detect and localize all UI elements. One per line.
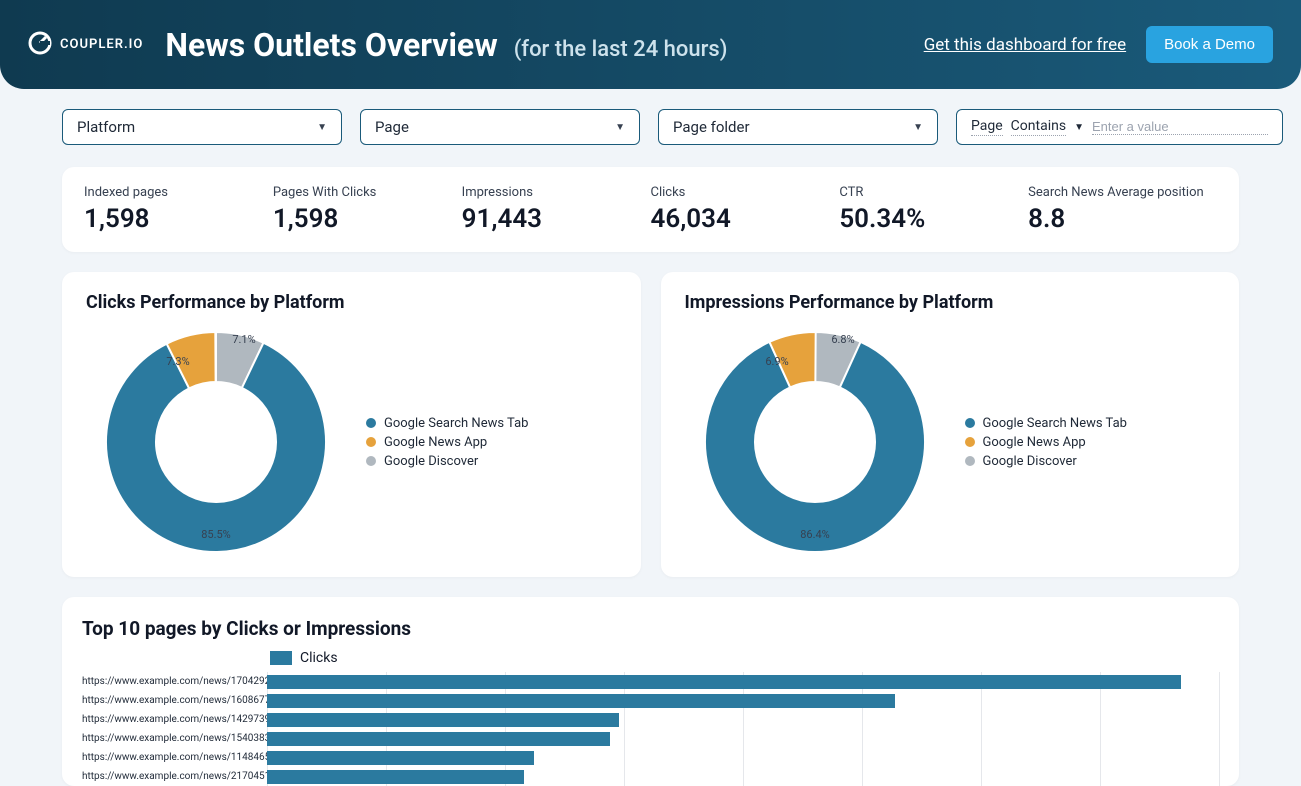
title-block: News Outlets Overview (for the last 24 h… (165, 26, 727, 64)
bar-fill (267, 751, 534, 765)
bar-row: https://www.example.com/news/16086770 (82, 691, 1219, 710)
stat-value: 91,443 (462, 204, 651, 234)
bar-row: https://www.example.com/news/14297396 (82, 710, 1219, 729)
bar-row: https://www.example.com/news/15403832 (82, 729, 1219, 748)
dot-icon (965, 418, 975, 428)
adv-operator-label: Contains (1011, 118, 1066, 136)
bar-label: https://www.example.com/news/17042921 (82, 676, 267, 687)
bar-fill (267, 675, 1181, 689)
svg-text:7.1%: 7.1% (232, 333, 255, 346)
legend-label: Google News App (983, 435, 1086, 450)
filter-bar: Platform ▼ Page ▼ Page folder ▼ Page Con… (0, 89, 1301, 145)
bar-fill (267, 732, 610, 746)
stat-label: Impressions (462, 185, 651, 200)
book-demo-button[interactable]: Book a Demo (1146, 26, 1273, 63)
dot-icon (366, 418, 376, 428)
chevron-down-icon: ▼ (615, 122, 625, 133)
svg-text:7.3%: 7.3% (166, 355, 189, 368)
legend-label: Google Search News Tab (384, 416, 528, 431)
logo: COUPLER.IO (28, 31, 143, 59)
stat-value: 1,598 (273, 204, 462, 234)
impressions-donut-legend: Google Search News Tab Google News App G… (965, 412, 1127, 473)
bar-label: https://www.example.com/news/15403832 (82, 733, 267, 744)
legend-swatch (270, 651, 292, 665)
chevron-down-icon: ▼ (913, 122, 923, 133)
svg-text:86.4%: 86.4% (800, 528, 830, 541)
stat-label: Search News Average position (1028, 185, 1217, 200)
dot-icon (366, 456, 376, 466)
page-dropdown-label: Page (375, 118, 409, 136)
bar-label: https://www.example.com/news/21704519 (82, 771, 267, 782)
svg-text:6.9%: 6.9% (765, 355, 788, 368)
bar-row: https://www.example.com/news/11484656 (82, 748, 1219, 767)
advanced-filter[interactable]: Page Contains ▼ (956, 109, 1283, 145)
impressions-donut-card: Impressions Performance by Platform 6.8%… (661, 272, 1240, 577)
chevron-down-icon: ▼ (1074, 122, 1084, 133)
page-subtitle: (for the last 24 hours) (514, 37, 728, 62)
legend-label: Google Discover (983, 454, 1077, 469)
legend-label: Google News App (384, 435, 487, 450)
bar-fill (267, 770, 524, 784)
legend-label: Google Search News Tab (983, 416, 1127, 431)
stat-label: Clicks (650, 185, 839, 200)
impressions-donut-title: Impressions Performance by Platform (685, 292, 1216, 313)
impressions-donut-chart: 6.8% 6.9% 86.4% (685, 327, 945, 557)
dot-icon (965, 456, 975, 466)
page-folder-dropdown-label: Page folder (673, 118, 750, 136)
dot-icon (366, 437, 376, 447)
clicks-donut-title: Clicks Performance by Platform (86, 292, 617, 313)
logo-text: COUPLER.IO (60, 37, 143, 52)
stat-value: 50.34% (839, 204, 1028, 234)
clicks-donut-legend: Google Search News Tab Google News App G… (366, 412, 528, 473)
svg-text:6.8%: 6.8% (831, 333, 854, 346)
bar-row: https://www.example.com/news/21704519 (82, 767, 1219, 786)
app-header: COUPLER.IO News Outlets Overview (for th… (0, 0, 1301, 89)
clicks-donut-card: Clicks Performance by Platform 7.1% 7.3% 8… (62, 272, 641, 577)
stat-label: Pages With Clicks (273, 185, 462, 200)
top-pages-bar-chart: https://www.example.com/news/17042921 htt… (82, 672, 1219, 786)
logo-icon (28, 31, 52, 59)
dot-icon (965, 437, 975, 447)
stat-value: 8.8 (1028, 204, 1217, 234)
top-pages-title: Top 10 pages by Clicks or Impressions (82, 617, 1219, 640)
get-dashboard-link[interactable]: Get this dashboard for free (924, 35, 1126, 55)
page-folder-dropdown[interactable]: Page folder ▼ (658, 109, 938, 145)
legend-label: Google Discover (384, 454, 478, 469)
bar-row: https://www.example.com/news/17042921 (82, 672, 1219, 691)
svg-text:85.5%: 85.5% (201, 528, 231, 541)
bar-fill (267, 694, 895, 708)
bar-fill (267, 713, 619, 727)
page-title: News Outlets Overview (165, 26, 497, 64)
stats-bar: Indexed pages1,598 Pages With Clicks1,59… (62, 167, 1239, 252)
stat-label: CTR (839, 185, 1028, 200)
platform-dropdown[interactable]: Platform ▼ (62, 109, 342, 145)
bars-legend-label: Clicks (300, 650, 338, 666)
adv-field-label: Page (971, 118, 1003, 136)
clicks-donut-chart: 7.1% 7.3% 85.5% (86, 327, 346, 557)
top-pages-card: Top 10 pages by Clicks or Impressions Cl… (62, 597, 1239, 786)
adv-value-input[interactable] (1092, 119, 1268, 135)
stat-label: Indexed pages (84, 185, 273, 200)
chevron-down-icon: ▼ (317, 122, 327, 133)
page-dropdown[interactable]: Page ▼ (360, 109, 640, 145)
bars-legend: Clicks (270, 650, 1219, 666)
bar-label: https://www.example.com/news/16086770 (82, 695, 267, 706)
bar-label: https://www.example.com/news/14297396 (82, 714, 267, 725)
bar-label: https://www.example.com/news/11484656 (82, 752, 267, 763)
stat-value: 1,598 (84, 204, 273, 234)
stat-value: 46,034 (650, 204, 839, 234)
platform-dropdown-label: Platform (77, 118, 135, 136)
